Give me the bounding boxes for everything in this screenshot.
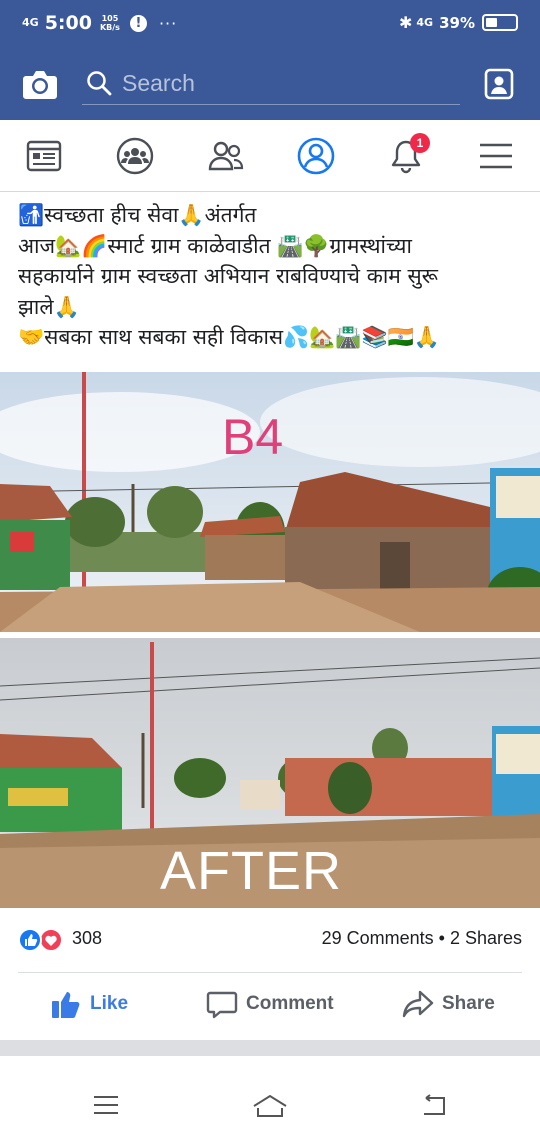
thumbs-up-icon (52, 992, 80, 1018)
tab-menu[interactable] (474, 134, 518, 178)
system-navigation-bar (0, 1056, 540, 1140)
app-header (0, 48, 540, 120)
alert-icon: ! (129, 14, 147, 32)
friends-icon (208, 141, 244, 171)
tab-groups[interactable] (113, 134, 157, 178)
nav-tabs: 1 (0, 120, 540, 192)
battery-icon (482, 14, 518, 31)
speed-unit: KB/s (99, 23, 120, 32)
after-label: AFTER (160, 841, 343, 901)
post-line: सहकार्याने ग्राम स्वच्छता अभियान राबविण्… (18, 264, 439, 288)
more-notifications-icon: ··· (158, 13, 178, 33)
search-input[interactable] (122, 66, 458, 100)
recent-apps-icon[interactable] (92, 1094, 120, 1116)
status-bar: 4G 5:00 105 KB/s ! ··· ✱ 4G 39% (0, 0, 540, 48)
share-arrow-icon (402, 990, 434, 1018)
search-underline (82, 104, 460, 105)
feed-separator (0, 1040, 540, 1056)
post-line: झाले🙏 (18, 294, 80, 319)
network-type: 4G (416, 16, 434, 29)
post-line: 🤝सबका साथ सबका सही विकास💦🏡🛣️📚🇮🇳🙏 (18, 325, 440, 349)
signal-indicator: 4G (22, 16, 39, 29)
clock: 5:00 (44, 12, 92, 34)
tab-friends[interactable] (204, 134, 248, 178)
reaction-count: 308 (72, 928, 103, 948)
like-reaction-icon (18, 928, 42, 952)
divider (18, 972, 522, 973)
like-label: Like (90, 993, 129, 1014)
speed-value: 105 (101, 14, 119, 23)
dot-separator: • (438, 928, 445, 948)
network-speed: 105 KB/s (100, 14, 120, 32)
photo-before[interactable]: B4 (0, 372, 540, 632)
search-icon (87, 71, 112, 96)
comments-shares-summary[interactable]: 29 Comments • 2 Shares (322, 928, 522, 949)
comment-button[interactable]: Comment (206, 988, 334, 1020)
post-body: 🚮स्वच्छता हीच सेवा🙏अंतर्गत आज🏡🌈स्मार्ट ग… (18, 200, 524, 353)
post-actions: Like Comment Share (0, 976, 540, 1036)
tab-notifications[interactable]: 1 (384, 133, 430, 178)
bluetooth-icon: ✱ (399, 13, 413, 32)
messenger-contacts-icon[interactable] (484, 68, 514, 100)
before-label: B4 (222, 409, 284, 465)
post-line: आज🏡🌈स्मार्ट ग्राम काळेवाडीत 🛣️🌳ग्रामस्था… (18, 233, 412, 258)
hamburger-menu-icon (480, 143, 512, 169)
like-button[interactable]: Like (50, 988, 128, 1020)
share-count[interactable]: 2 Shares (450, 928, 522, 948)
comment-count[interactable]: 29 Comments (322, 928, 434, 948)
comment-icon (206, 991, 238, 1019)
news-feed-icon (26, 140, 62, 172)
battery-percent: 39% (439, 13, 475, 32)
notification-badge: 1 (410, 133, 430, 153)
photo-after[interactable]: AFTER (0, 638, 540, 908)
comment-label: Comment (246, 993, 334, 1014)
home-icon[interactable] (252, 1094, 288, 1118)
reactions-summary[interactable]: 308 29 Comments • 2 Shares (0, 918, 540, 962)
camera-icon[interactable] (22, 68, 58, 100)
post-line: 🚮स्वच्छता हीच सेवा🙏अंतर्गत (18, 203, 257, 227)
share-label: Share (442, 993, 495, 1014)
back-icon[interactable] (420, 1094, 448, 1118)
profile-icon (297, 137, 335, 175)
battery-level (486, 18, 497, 27)
tab-profile[interactable] (294, 134, 338, 178)
groups-icon (116, 137, 154, 175)
tab-news-feed[interactable] (22, 134, 66, 178)
love-reaction-icon (39, 928, 63, 952)
share-button[interactable]: Share (402, 988, 495, 1020)
